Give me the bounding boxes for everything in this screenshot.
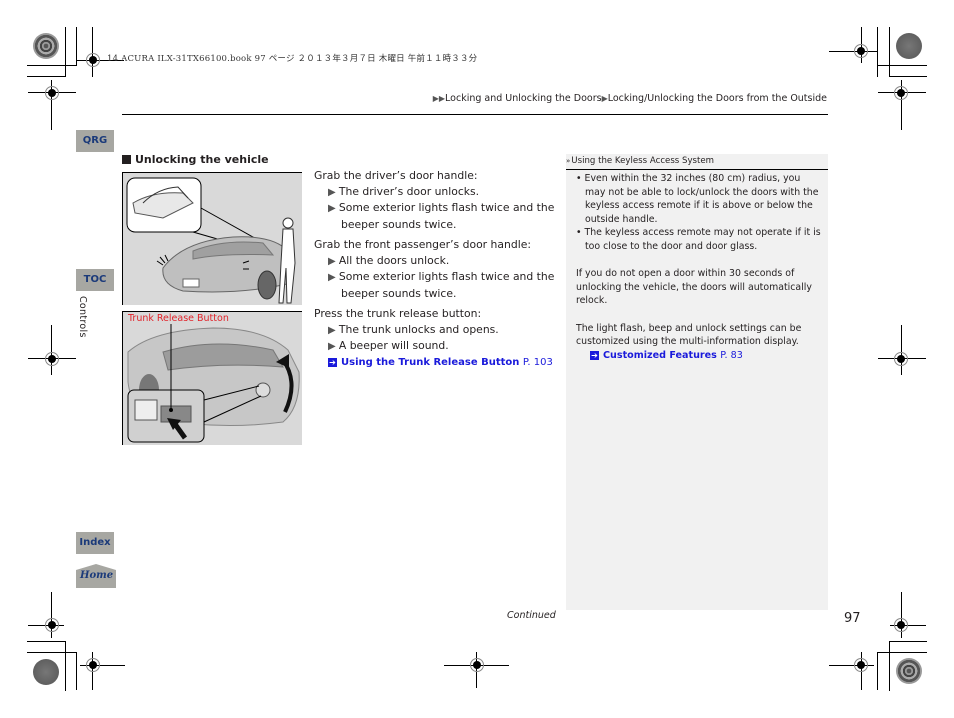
triangle-icon: ▶ — [328, 324, 339, 336]
step-passenger-door: Grab the front passenger’s door handle: … — [314, 237, 559, 301]
trunk-release-illustration: Trunk Release Button — [122, 311, 302, 445]
note-paragraph: If you do not open a door within 30 seco… — [576, 268, 812, 306]
registration-mark-icon — [86, 53, 100, 67]
note-bullet: • Even within the 32 inches (80 cm) radi… — [576, 173, 819, 225]
step-instruction: Grab the front passenger’s door handle: — [314, 238, 531, 251]
qrg-tab[interactable]: QRG — [76, 130, 114, 152]
toc-tab[interactable]: TOC — [76, 269, 114, 291]
color-target-icon — [33, 659, 59, 685]
reference-arrow-icon: ➔ — [328, 357, 337, 367]
registration-mark-icon — [894, 86, 908, 100]
registration-mark-icon — [854, 658, 868, 672]
step-result: ▶ All the doors unlock. — [328, 253, 450, 267]
color-target-icon — [896, 658, 922, 684]
double-triangle-icon: ▶▶ — [432, 94, 446, 103]
customized-features-link[interactable]: ➔ Customized Features P. 83 — [576, 349, 821, 363]
breadcrumb: ▶▶Locking and Unlocking the Doors▶Lockin… — [433, 93, 827, 104]
registration-mark-icon — [854, 44, 868, 58]
car-front-illustration — [126, 177, 296, 304]
step-result: ▶ The trunk unlocks and opens. — [328, 322, 499, 336]
trunk-release-link[interactable]: ➔ Using the Trunk Release Button P. 103 — [314, 355, 559, 371]
registration-mark-icon — [894, 352, 908, 366]
step-trunk-release: Press the trunk release button: ▶ The tr… — [314, 306, 559, 370]
reference-arrow-icon: ➔ — [590, 350, 599, 360]
breadcrumb-item[interactable]: Locking/Unlocking the Doors from the Out… — [608, 93, 827, 104]
triangle-icon: ▶ — [328, 255, 339, 267]
note-paragraph: The light flash, beep and unlock setting… — [576, 322, 802, 348]
registration-mark-icon — [45, 352, 59, 366]
home-label: Home — [80, 570, 114, 581]
registration-mark-icon — [45, 618, 59, 632]
registration-mark-icon — [894, 618, 908, 632]
print-info: 14 ACURA ILX-31TX66100.book 97 ページ ２０１３年… — [107, 54, 478, 64]
header-rule — [122, 114, 828, 115]
door-handle-illustration — [122, 172, 302, 305]
index-tab[interactable]: Index — [76, 532, 114, 554]
note-bullet: • The keyless access remote may not oper… — [576, 227, 821, 252]
trunk-release-caption: Trunk Release Button — [128, 313, 229, 324]
home-tab[interactable]: Home — [76, 564, 116, 588]
triangle-icon: ▶ — [328, 203, 339, 214]
registration-mark-icon — [470, 658, 484, 672]
triangle-icon: ▶ — [328, 272, 339, 283]
car-rear-illustration — [127, 324, 300, 443]
breadcrumb-item[interactable]: Locking and Unlocking the Doors — [445, 93, 602, 104]
step-driver-door: Grab the driver’s door handle: ▶ The dri… — [314, 168, 559, 232]
section-title: Unlocking the vehicle — [122, 153, 269, 166]
double-chevron-icon: » — [566, 157, 571, 165]
page-number: 97 — [844, 611, 861, 626]
step-result: ▶ Some exterior lights flash twice and t… — [328, 270, 555, 300]
color-target-icon — [33, 33, 59, 59]
triangle-icon: ▶ — [328, 341, 339, 352]
step-instruction: Grab the driver’s door handle: — [314, 169, 478, 182]
step-result: ▶ A beeper will sound. — [328, 339, 449, 352]
keyless-access-note: »Using the Keyless Access System • Even … — [566, 154, 828, 610]
square-bullet-icon — [122, 155, 131, 164]
step-result: ▶ The driver’s door unlocks. — [328, 184, 480, 198]
chapter-label: Controls — [77, 296, 88, 338]
registration-mark-icon — [86, 658, 100, 672]
registration-mark-icon — [45, 86, 59, 100]
step-result: ▶ Some exterior lights flash twice and t… — [328, 201, 555, 231]
note-title: »Using the Keyless Access System — [566, 154, 828, 170]
triangle-icon: ▶ — [328, 186, 339, 198]
continued-label: Continued — [507, 610, 556, 621]
color-target-icon — [896, 33, 922, 59]
step-instruction: Press the trunk release button: — [314, 307, 482, 320]
